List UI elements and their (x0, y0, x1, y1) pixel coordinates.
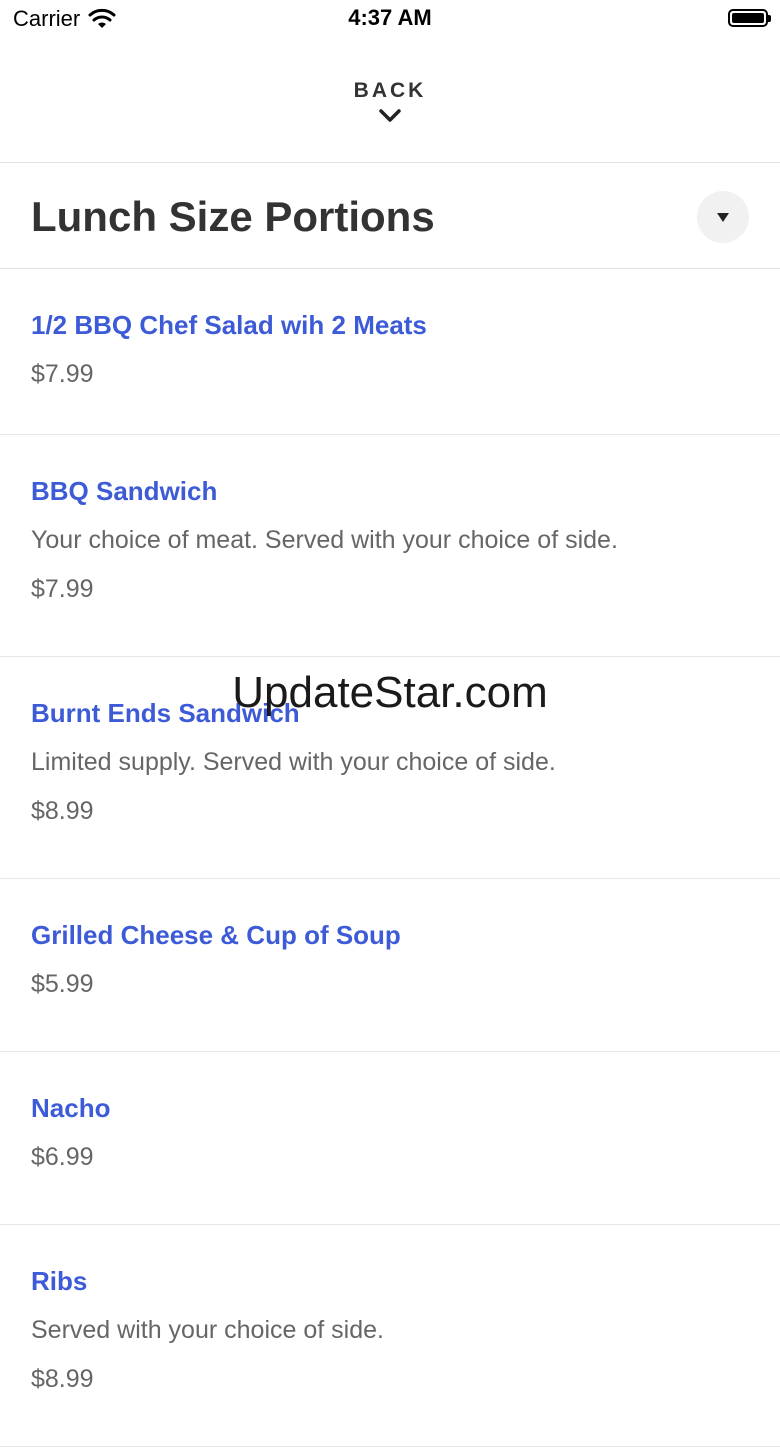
menu-item-name: Ribs (31, 1266, 88, 1296)
menu-item[interactable]: Grilled Cheese & Cup of Soup $5.99 (0, 879, 780, 1052)
menu-item[interactable]: Ribs Served with your choice of side. $8… (0, 1225, 780, 1447)
back-button[interactable]: BACK (0, 76, 780, 136)
menu-item-name: 1/2 BBQ Chef Salad wih 2 Meats (31, 310, 427, 340)
menu-item-price: $8.99 (31, 797, 94, 825)
section-title: Lunch Size Portions (31, 193, 435, 240)
menu-item-name: Grilled Cheese & Cup of Soup (31, 920, 401, 950)
chevron-down-icon (379, 109, 401, 122)
section-header: Lunch Size Portions (0, 163, 780, 268)
menu-item-name: Burnt Ends Sandwich (31, 698, 300, 728)
menu-item-name: Nacho (31, 1093, 111, 1123)
menu-item-list: 1/2 BBQ Chef Salad wih 2 Meats $7.99 BBQ… (0, 269, 780, 1447)
menu-item-price: $6.99 (31, 1143, 94, 1171)
menu-item-price: $7.99 (31, 575, 94, 603)
back-label: BACK (353, 79, 427, 102)
menu-item[interactable]: BBQ Sandwich Your choice of meat. Served… (0, 435, 780, 657)
collapse-section-button[interactable] (697, 191, 749, 243)
menu-item[interactable]: 1/2 BBQ Chef Salad wih 2 Meats $7.99 (0, 269, 780, 435)
clock: 4:37 AM (348, 5, 432, 30)
menu-item[interactable]: Nacho $6.99 (0, 1052, 780, 1225)
menu-item-price: $5.99 (31, 970, 94, 998)
menu-item-description: Limited supply. Served with your choice … (31, 748, 556, 776)
battery-icon (728, 9, 771, 27)
menu-item-description: Served with your choice of side. (31, 1316, 384, 1344)
menu-item-price: $7.99 (31, 360, 94, 388)
menu-item-price: $8.99 (31, 1365, 94, 1393)
status-bar: Carrier 4:37 AM (0, 0, 780, 42)
menu-item-description: Your choice of meat. Served with your ch… (31, 526, 618, 554)
caret-down-icon (717, 212, 729, 222)
menu-item-name: BBQ Sandwich (31, 476, 218, 506)
menu-item[interactable]: Burnt Ends Sandwich Limited supply. Serv… (0, 657, 780, 879)
